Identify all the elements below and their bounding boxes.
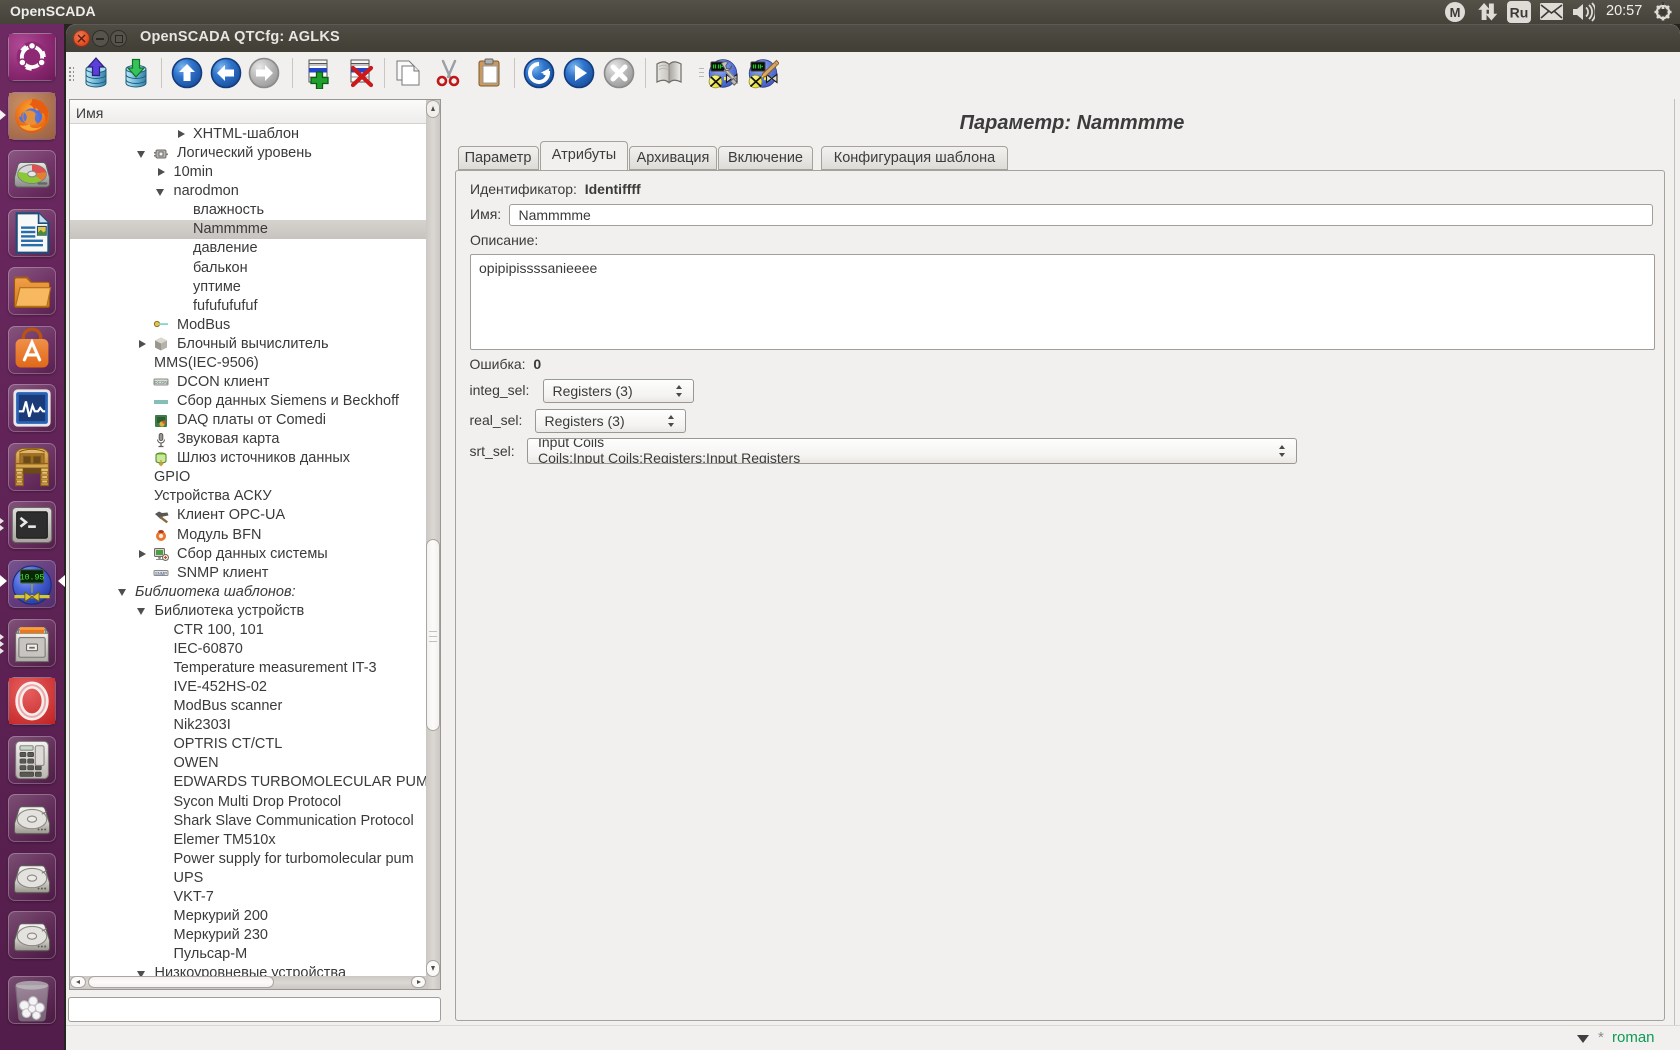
svg-text:M: M: [1450, 5, 1461, 20]
svg-text:SNMP: SNMP: [155, 571, 167, 576]
svg-text:Ru: Ru: [1510, 5, 1529, 21]
svg-text:DCON: DCON: [154, 380, 167, 385]
svg-text:10.95: 10.95: [20, 574, 45, 583]
